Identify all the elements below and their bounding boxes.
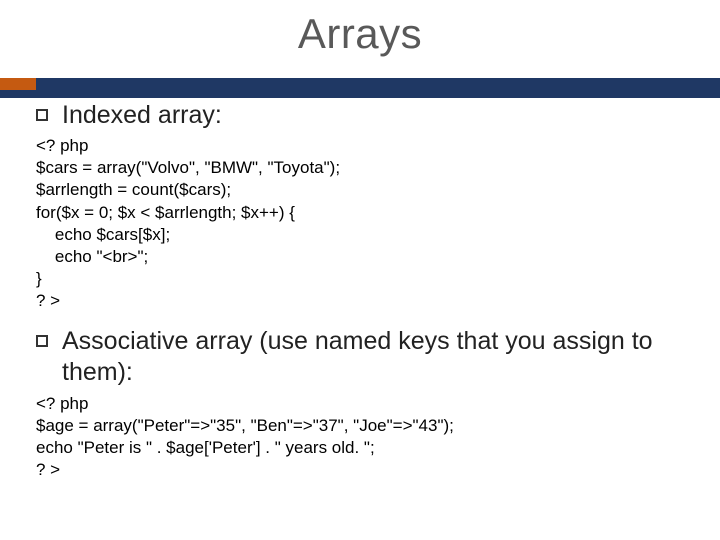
bullet-item: Associative array (use named keys that y…	[36, 326, 684, 389]
bullet-heading: Indexed array:	[62, 100, 222, 131]
bullet-square-icon	[36, 335, 48, 347]
bullet-heading: Associative array (use named keys that y…	[62, 326, 684, 389]
slide-title: Arrays	[36, 10, 684, 58]
slide: Arrays Indexed array: <? php $cars = arr…	[0, 0, 720, 540]
bullet-square-icon	[36, 109, 48, 121]
accent-band	[0, 78, 720, 98]
bullet-item: Indexed array:	[36, 100, 684, 131]
accent-tab	[0, 78, 36, 90]
code-block: <? php $cars = array("Volvo", "BMW", "To…	[36, 135, 684, 312]
code-block: <? php $age = array("Peter"=>"35", "Ben"…	[36, 393, 684, 481]
slide-content: Indexed array: <? php $cars = array("Vol…	[36, 100, 684, 481]
